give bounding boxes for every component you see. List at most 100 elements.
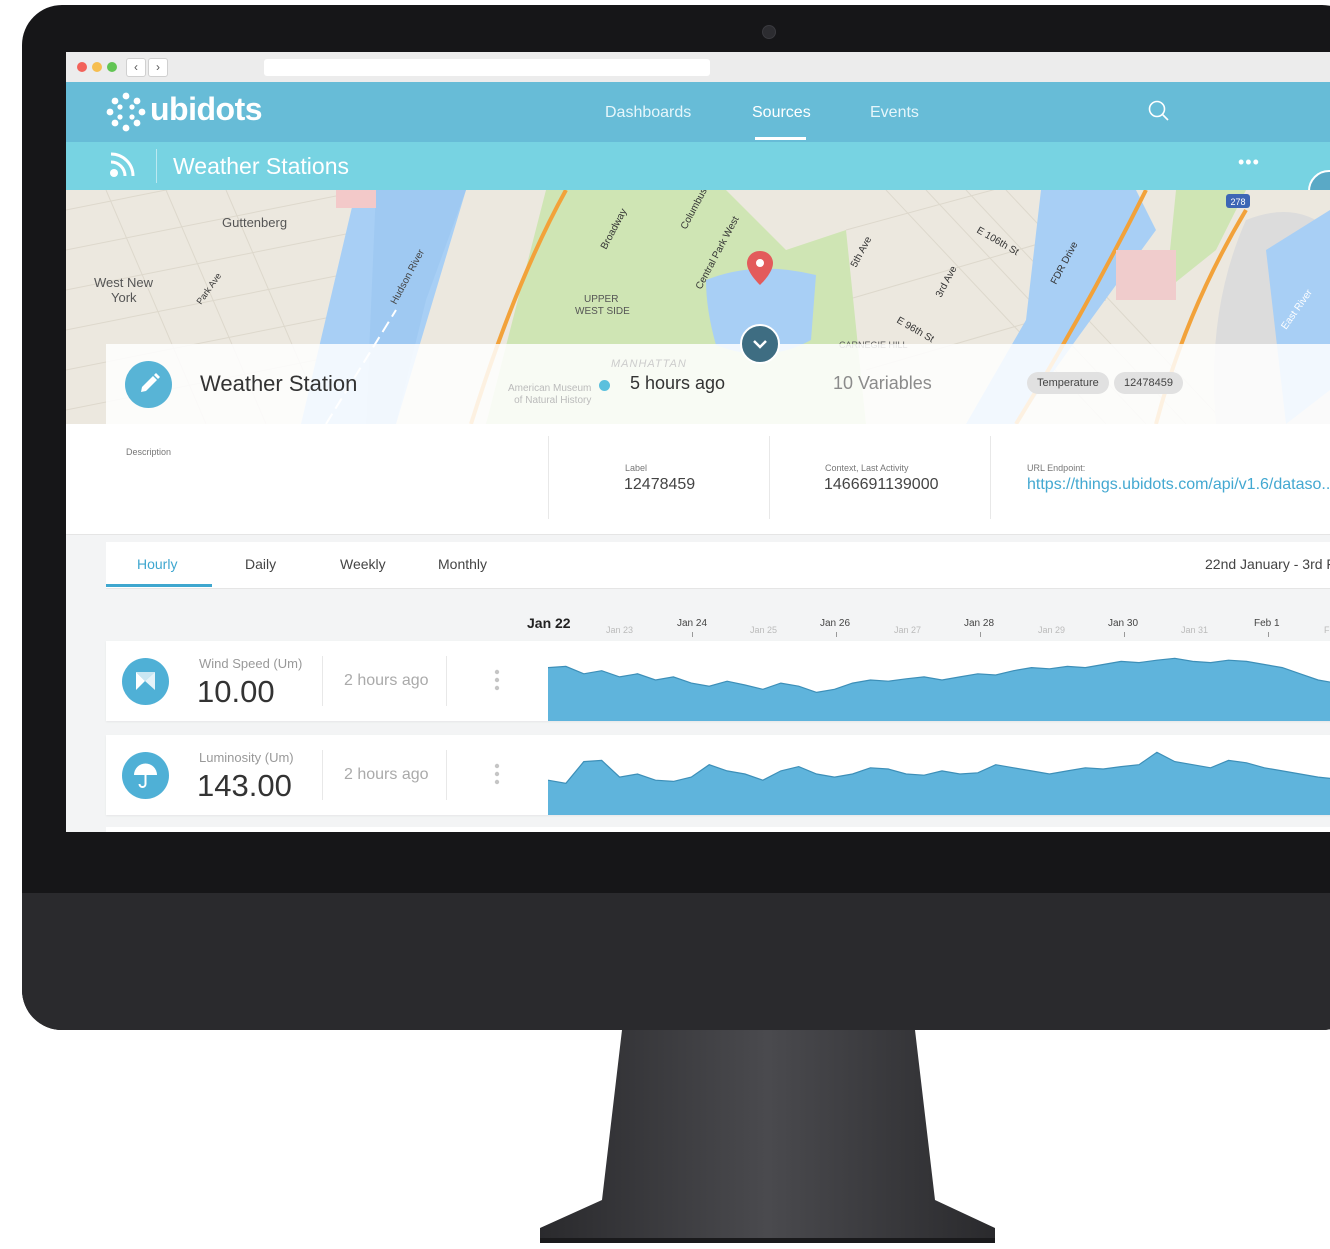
timeline-minor-label: Jan 25 xyxy=(750,625,778,635)
context-value: 1466691139000 xyxy=(824,476,939,493)
url-endpoint-label: URL Endpoint: xyxy=(1027,463,1086,473)
nav-active-underline xyxy=(755,137,806,140)
details-divider xyxy=(548,436,549,519)
variable-last-update: 2 hours ago xyxy=(344,672,429,689)
variable-last-update: 2 hours ago xyxy=(344,766,429,783)
search-icon[interactable] xyxy=(1148,100,1170,122)
minimize-window-dot[interactable] xyxy=(92,62,102,72)
kebab-menu-icon[interactable] xyxy=(492,761,502,789)
timeline-tick xyxy=(836,632,837,637)
kebab-menu-icon[interactable] xyxy=(492,667,502,695)
activity-status-dot xyxy=(599,380,610,391)
map-label-west-new-york-2: York xyxy=(111,290,137,305)
pencil-icon xyxy=(141,373,160,392)
variable-name: Luminosity (Um) xyxy=(199,750,294,765)
date-range-picker[interactable]: 22nd January - 3rd F xyxy=(1205,556,1330,572)
timeline-minor-label: Jan 29 xyxy=(1038,625,1066,635)
row-divider xyxy=(322,750,323,800)
nav-events[interactable]: Events xyxy=(870,104,919,122)
timeline-major-label: Feb 1 xyxy=(1254,618,1280,629)
timeline-axis: Jan 22 Jan 24 Jan 26 Jan 28 Jan 30 Feb 1… xyxy=(66,608,1330,638)
monitor-chin xyxy=(22,893,1330,1030)
monitor-stand xyxy=(540,1030,995,1243)
details-divider xyxy=(769,436,770,519)
timeline-tick xyxy=(1124,632,1125,637)
label-label: Label xyxy=(625,463,648,473)
variables-count[interactable]: 10 Variables xyxy=(833,373,932,394)
back-button[interactable]: ‹ xyxy=(126,58,146,77)
timeline-minor-label: Jan 27 xyxy=(894,625,922,635)
tag-temperature[interactable]: Temperature xyxy=(1027,372,1109,394)
device-details: Description Label 12478459 Context, Last… xyxy=(66,424,1330,535)
variable-name: Wind Speed (Um) xyxy=(199,656,303,671)
variable-sparkline[interactable] xyxy=(548,735,1330,815)
map-label-museum-line1: American Museum xyxy=(508,383,592,394)
period-tabs: Hourly Daily Weekly Monthly 22nd January… xyxy=(106,542,1330,589)
context-label: Context, Last Activity xyxy=(825,463,909,473)
highway-shield-label: 278 xyxy=(1230,197,1245,207)
umbrella-icon xyxy=(134,763,157,788)
map-label-museum-line2: of Natural History xyxy=(514,395,592,406)
last-activity-text: 5 hours ago xyxy=(630,373,726,393)
map-label-upper-west-2: WEST SIDE xyxy=(575,306,630,317)
windmill-icon xyxy=(136,672,155,690)
variable-row-wind-speed[interactable]: Wind Speed (Um) 10.00 2 hours ago xyxy=(106,641,1330,721)
nav-sources[interactable]: Sources xyxy=(752,104,811,122)
variable-icon xyxy=(122,752,169,799)
map-label-upper-west-1: UPPER xyxy=(584,294,618,305)
rss-icon xyxy=(110,152,135,177)
label-value: 12478459 xyxy=(624,476,696,493)
forward-button[interactable]: › xyxy=(148,58,168,77)
timeline-minor-label: F xyxy=(1324,625,1330,635)
details-divider xyxy=(990,436,991,519)
tab-daily[interactable]: Daily xyxy=(245,556,276,572)
edit-device-button[interactable] xyxy=(125,361,172,408)
device-name: Weather Station xyxy=(200,371,358,396)
row-divider xyxy=(446,750,447,800)
browser-chrome: ‹ › xyxy=(66,52,1330,83)
url-endpoint-link[interactable]: https://things.ubidots.com/api/v1.6/data… xyxy=(1027,476,1330,494)
logo-dots-icon xyxy=(106,92,146,132)
nav-dashboards[interactable]: Dashboards xyxy=(605,104,691,122)
timeline-minor-label: Jan 23 xyxy=(606,625,634,635)
chevron-down-icon xyxy=(753,340,767,349)
timeline-minor-label: Jan 31 xyxy=(1181,625,1209,635)
collapse-map-button[interactable] xyxy=(740,324,780,364)
timeline-major-label: Jan 26 xyxy=(820,618,851,629)
map-label-museum: American Museum of Natural History xyxy=(508,383,591,407)
row-divider xyxy=(446,656,447,706)
sparkline-area xyxy=(548,658,1330,721)
description-label: Description xyxy=(126,447,172,457)
tab-weekly[interactable]: Weekly xyxy=(340,556,386,572)
tab-monthly[interactable]: Monthly xyxy=(438,556,487,572)
camera-icon xyxy=(762,25,776,39)
timeline-major-label: Jan 24 xyxy=(677,618,708,629)
tag-label[interactable]: 12478459 xyxy=(1114,372,1183,394)
tab-hourly[interactable]: Hourly xyxy=(137,556,177,572)
map-label-guttenberg: Guttenberg xyxy=(222,215,287,230)
timeline-tick xyxy=(980,632,981,637)
sparkline-area xyxy=(548,752,1330,815)
variable-value: 10.00 xyxy=(197,674,275,709)
top-navbar: ubidots Dashboards Sources Events xyxy=(66,82,1330,142)
variable-row-luminosity[interactable]: Luminosity (Um) 143.00 2 hours ago xyxy=(106,735,1330,815)
page-title: Weather Stations xyxy=(173,153,350,179)
address-bar[interactable] xyxy=(264,59,710,76)
timeline-major-label: Jan 22 xyxy=(527,615,571,631)
map-label-manhattan: MANHATTAN xyxy=(611,358,687,370)
tab-active-underline xyxy=(106,584,212,587)
device-summary-card: Weather Station American Museum of Natur… xyxy=(106,344,1330,424)
screen: ‹ › ubidots Dashboards Sources Events We… xyxy=(66,52,1330,832)
subheader-divider xyxy=(156,149,157,183)
variable-icon xyxy=(122,658,169,705)
timeline-tick xyxy=(692,632,693,637)
variable-value: 143.00 xyxy=(197,768,292,803)
more-options-icon[interactable]: ••• xyxy=(1238,152,1260,173)
row-divider xyxy=(322,656,323,706)
timeline-major-label: Jan 28 xyxy=(964,618,995,629)
close-window-dot[interactable] xyxy=(77,62,87,72)
sources-subheader: Weather Stations ••• xyxy=(66,142,1330,190)
maximize-window-dot[interactable] xyxy=(107,62,117,72)
variable-sparkline[interactable] xyxy=(548,641,1330,721)
brand-logo-text[interactable]: ubidots xyxy=(150,91,263,128)
